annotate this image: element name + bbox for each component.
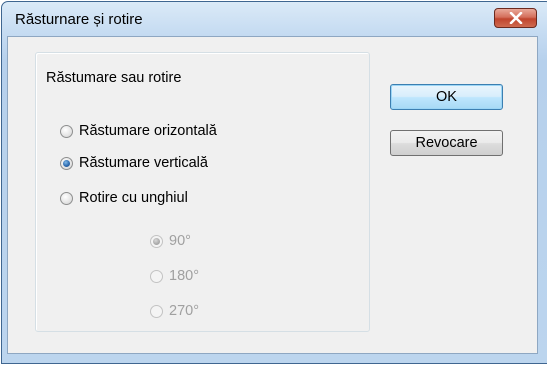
radio-indicator[interactable] xyxy=(60,191,73,205)
radio-angle-180[interactable]: 180° xyxy=(150,266,199,286)
radio-label: Rotire cu unghiul xyxy=(79,190,188,206)
radio-label: 90° xyxy=(169,233,191,249)
radio-label: 180° xyxy=(169,268,199,284)
radio-label: Răstumare verticală xyxy=(79,155,208,171)
radio-flip-vertical[interactable]: Răstumare verticală xyxy=(60,153,208,173)
radio-indicator[interactable] xyxy=(150,234,163,248)
radio-indicator[interactable] xyxy=(60,124,73,138)
ok-button[interactable]: OK xyxy=(390,84,503,110)
cancel-button[interactable]: Revocare xyxy=(390,130,503,156)
radio-indicator[interactable] xyxy=(60,156,73,170)
title-bar[interactable]: Răsturnare și rotire xyxy=(2,2,547,38)
dialog-title: Răsturnare și rotire xyxy=(15,11,143,28)
radio-rotate-by-angle[interactable]: Rotire cu unghiul xyxy=(60,188,188,208)
radio-flip-horizontal[interactable]: Răstumare orizontală xyxy=(60,121,217,141)
radio-label: Răstumare orizontală xyxy=(79,123,217,139)
close-icon xyxy=(509,12,523,24)
close-button[interactable] xyxy=(494,8,537,28)
radio-indicator[interactable] xyxy=(150,304,163,318)
radio-angle-90[interactable]: 90° xyxy=(150,231,191,251)
radio-angle-270[interactable]: 270° xyxy=(150,301,199,321)
groupbox-legend: Răstumare sau rotire xyxy=(43,70,185,86)
radio-indicator[interactable] xyxy=(150,269,163,283)
radio-label: 270° xyxy=(169,303,199,319)
